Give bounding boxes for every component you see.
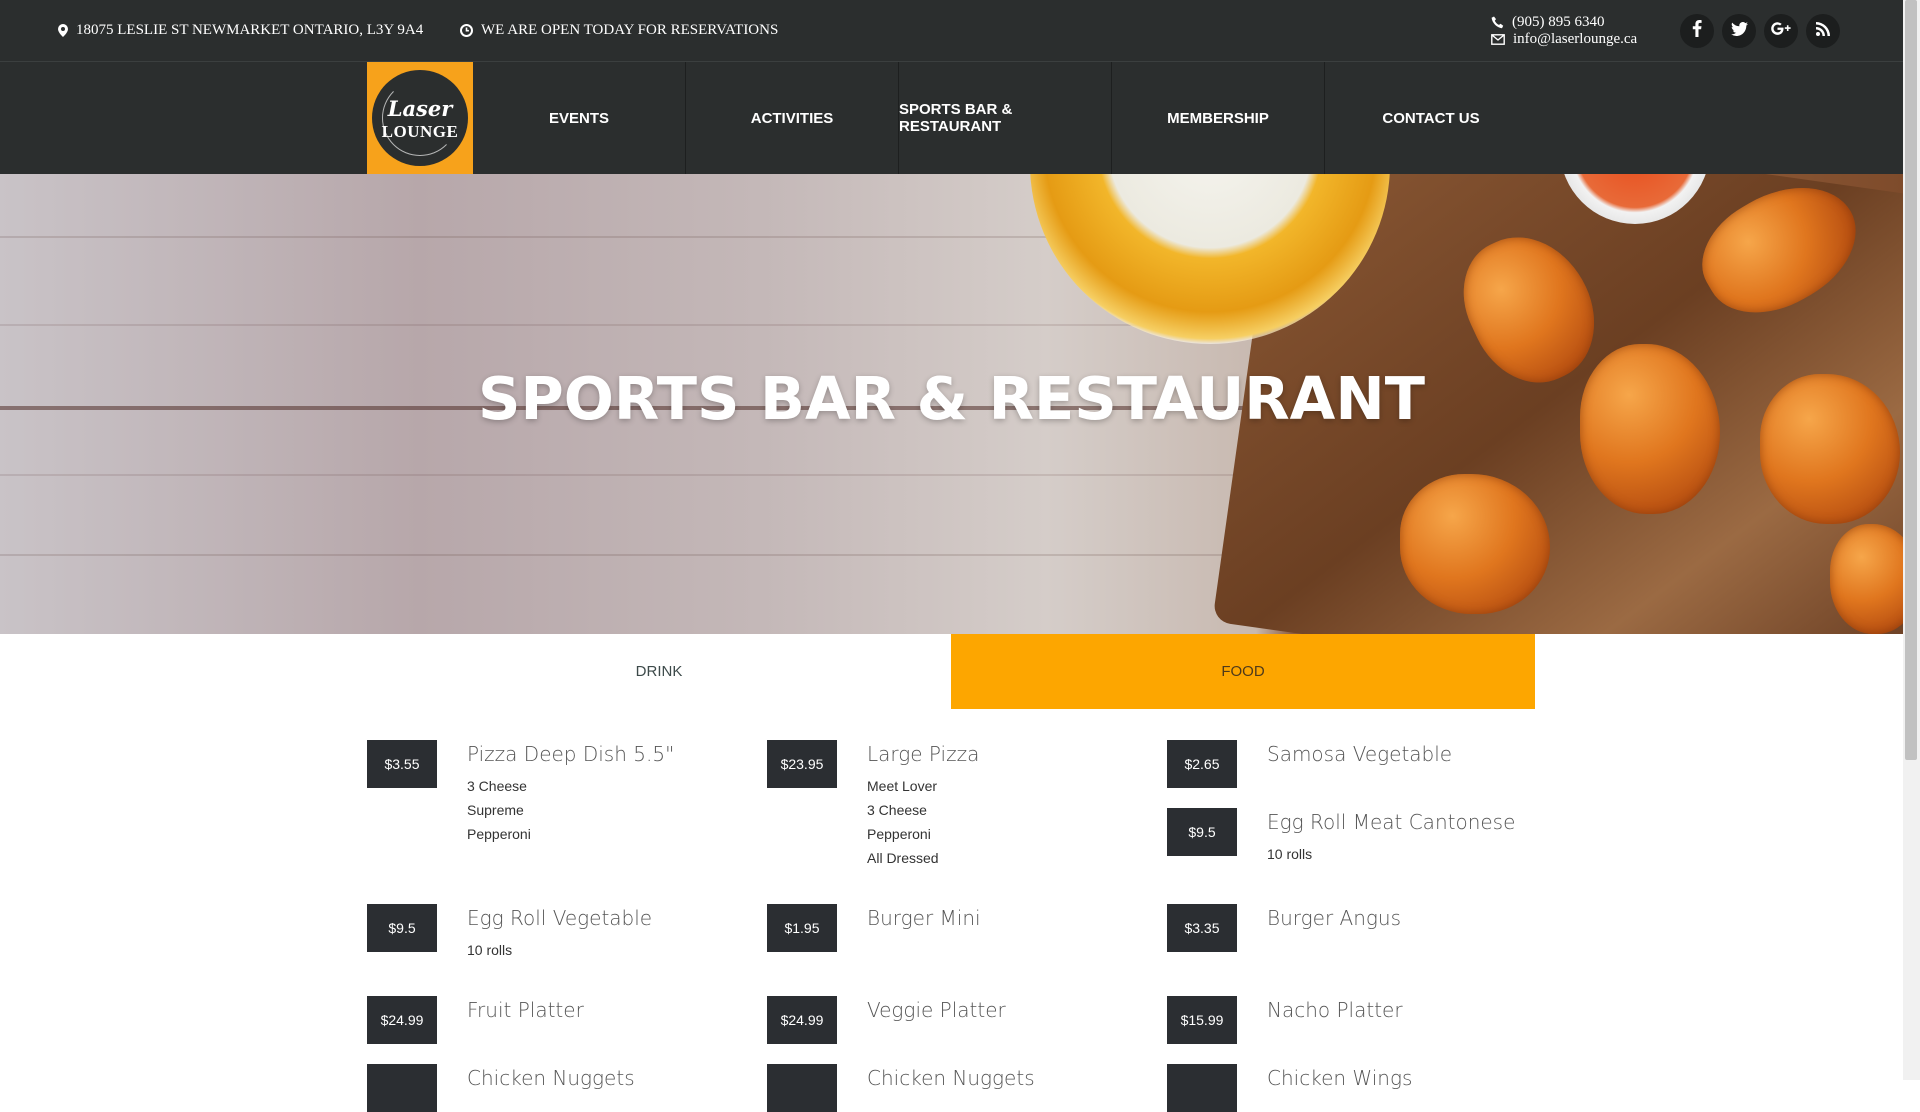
item-option: 3 Cheese bbox=[867, 802, 927, 818]
item-name: Egg Roll Meat Cantonese bbox=[1267, 810, 1516, 834]
item-description: 10 rolls bbox=[467, 938, 512, 962]
item-name: Chicken Nuggets bbox=[467, 1066, 635, 1090]
envelope-icon bbox=[1491, 34, 1505, 45]
address-info: 18075 LESLIE ST NEWMARKET ONTARIO, L3Y 9… bbox=[58, 22, 423, 39]
item-name: Burger Mini bbox=[867, 906, 981, 930]
rss-icon bbox=[1816, 21, 1830, 41]
price-tag: $9.5 bbox=[1167, 808, 1237, 856]
wood-grain bbox=[0, 554, 1300, 556]
price-tag: $24.99 bbox=[367, 996, 437, 1044]
price-tag bbox=[767, 1064, 837, 1112]
price-tag: $3.35 bbox=[1167, 904, 1237, 952]
item-name: Nacho Platter bbox=[1267, 998, 1403, 1022]
item-option: 3 Cheese bbox=[467, 778, 527, 794]
item-option: Supreme bbox=[467, 802, 524, 818]
price-tag: $24.99 bbox=[767, 996, 837, 1044]
facebook-button[interactable] bbox=[1680, 14, 1714, 48]
hours-text: WE ARE OPEN TODAY FOR RESERVATIONS bbox=[481, 22, 779, 38]
item-name: Chicken Wings bbox=[1267, 1066, 1413, 1090]
wood-grain bbox=[0, 324, 1300, 326]
phone-info[interactable]: (905) 895 6340 bbox=[1491, 14, 1605, 31]
item-option: 10 rolls bbox=[1267, 846, 1313, 862]
price-tag: $9.5 bbox=[367, 904, 437, 952]
google-plus-icon bbox=[1771, 21, 1791, 42]
item-name: Chicken Nuggets bbox=[867, 1066, 1035, 1090]
main-navigation: Laser LOUNGE EVENTS ACTIVITIES SPORTS BA… bbox=[0, 62, 1903, 174]
hero-banner: SPORTS BAR & RESTAURANT bbox=[0, 174, 1903, 634]
twitter-icon bbox=[1730, 21, 1748, 41]
clock-icon bbox=[460, 24, 473, 37]
item-description: 3 Cheese Supreme Pepperoni bbox=[467, 774, 531, 846]
twitter-button[interactable] bbox=[1722, 14, 1756, 48]
tab-drink[interactable]: DRINK bbox=[367, 634, 951, 709]
tab-food[interactable]: FOOD bbox=[951, 634, 1535, 709]
logo-text-laser: Laser bbox=[387, 96, 453, 121]
chicken-wing-image bbox=[1400, 474, 1550, 614]
item-name: Pizza Deep Dish 5.5" bbox=[467, 742, 675, 766]
facebook-icon bbox=[1692, 20, 1702, 42]
logo-text-lounge: LOUNGE bbox=[381, 122, 459, 141]
nav-sports-bar-restaurant[interactable]: SPORTS BAR & RESTAURANT bbox=[899, 62, 1111, 174]
google-plus-button[interactable] bbox=[1764, 14, 1798, 48]
item-description: 10 rolls bbox=[1267, 842, 1312, 866]
price-tag: $3.55 bbox=[367, 740, 437, 788]
nav-events[interactable]: EVENTS bbox=[473, 62, 685, 174]
item-name: Veggie Platter bbox=[867, 998, 1006, 1022]
page-scrollbar-thumb[interactable] bbox=[1905, 0, 1917, 760]
address-text: 18075 LESLIE ST NEWMARKET ONTARIO, L3Y 9… bbox=[76, 22, 424, 38]
email-text: info@laserlounge.ca bbox=[1513, 31, 1638, 47]
nav-activities[interactable]: ACTIVITIES bbox=[686, 62, 898, 174]
item-option: 10 rolls bbox=[467, 942, 513, 958]
site-logo[interactable]: Laser LOUNGE bbox=[367, 62, 473, 174]
phone-text: (905) 895 6340 bbox=[1512, 14, 1605, 30]
logo-badge: Laser LOUNGE bbox=[372, 70, 468, 166]
nav-membership[interactable]: MEMBERSHIP bbox=[1112, 62, 1324, 174]
phone-icon bbox=[1491, 16, 1504, 29]
page-title: SPORTS BAR & RESTAURANT bbox=[478, 364, 1425, 433]
price-tag: $2.65 bbox=[1167, 740, 1237, 788]
item-option: Pepperoni bbox=[467, 826, 531, 842]
item-name: Samosa Vegetable bbox=[1267, 742, 1453, 766]
price-tag: $15.99 bbox=[1167, 996, 1237, 1044]
top-info-bar: 18075 LESLIE ST NEWMARKET ONTARIO, L3Y 9… bbox=[0, 0, 1903, 62]
item-name: Large Pizza bbox=[867, 742, 980, 766]
price-tag bbox=[1167, 1064, 1237, 1112]
email-info[interactable]: info@laserlounge.ca bbox=[1491, 31, 1637, 48]
price-tag: $1.95 bbox=[767, 904, 837, 952]
rss-button[interactable] bbox=[1806, 14, 1840, 48]
nav-contact-us[interactable]: CONTACT US bbox=[1325, 62, 1537, 174]
map-pin-icon bbox=[58, 24, 68, 37]
chicken-wing-image bbox=[1830, 524, 1903, 634]
wood-grain bbox=[0, 474, 1300, 476]
item-option: Pepperoni bbox=[867, 826, 931, 842]
price-tag bbox=[367, 1064, 437, 1112]
item-option: All Dressed bbox=[867, 850, 939, 866]
item-description: Meet Lover 3 Cheese Pepperoni All Dresse… bbox=[867, 774, 939, 870]
hours-info: WE ARE OPEN TODAY FOR RESERVATIONS bbox=[460, 22, 778, 39]
item-name: Burger Angus bbox=[1267, 906, 1401, 930]
price-tag: $23.95 bbox=[767, 740, 837, 788]
item-name: Fruit Platter bbox=[467, 998, 584, 1022]
item-option: Meet Lover bbox=[867, 778, 938, 794]
item-name: Egg Roll Vegetable bbox=[467, 906, 653, 930]
